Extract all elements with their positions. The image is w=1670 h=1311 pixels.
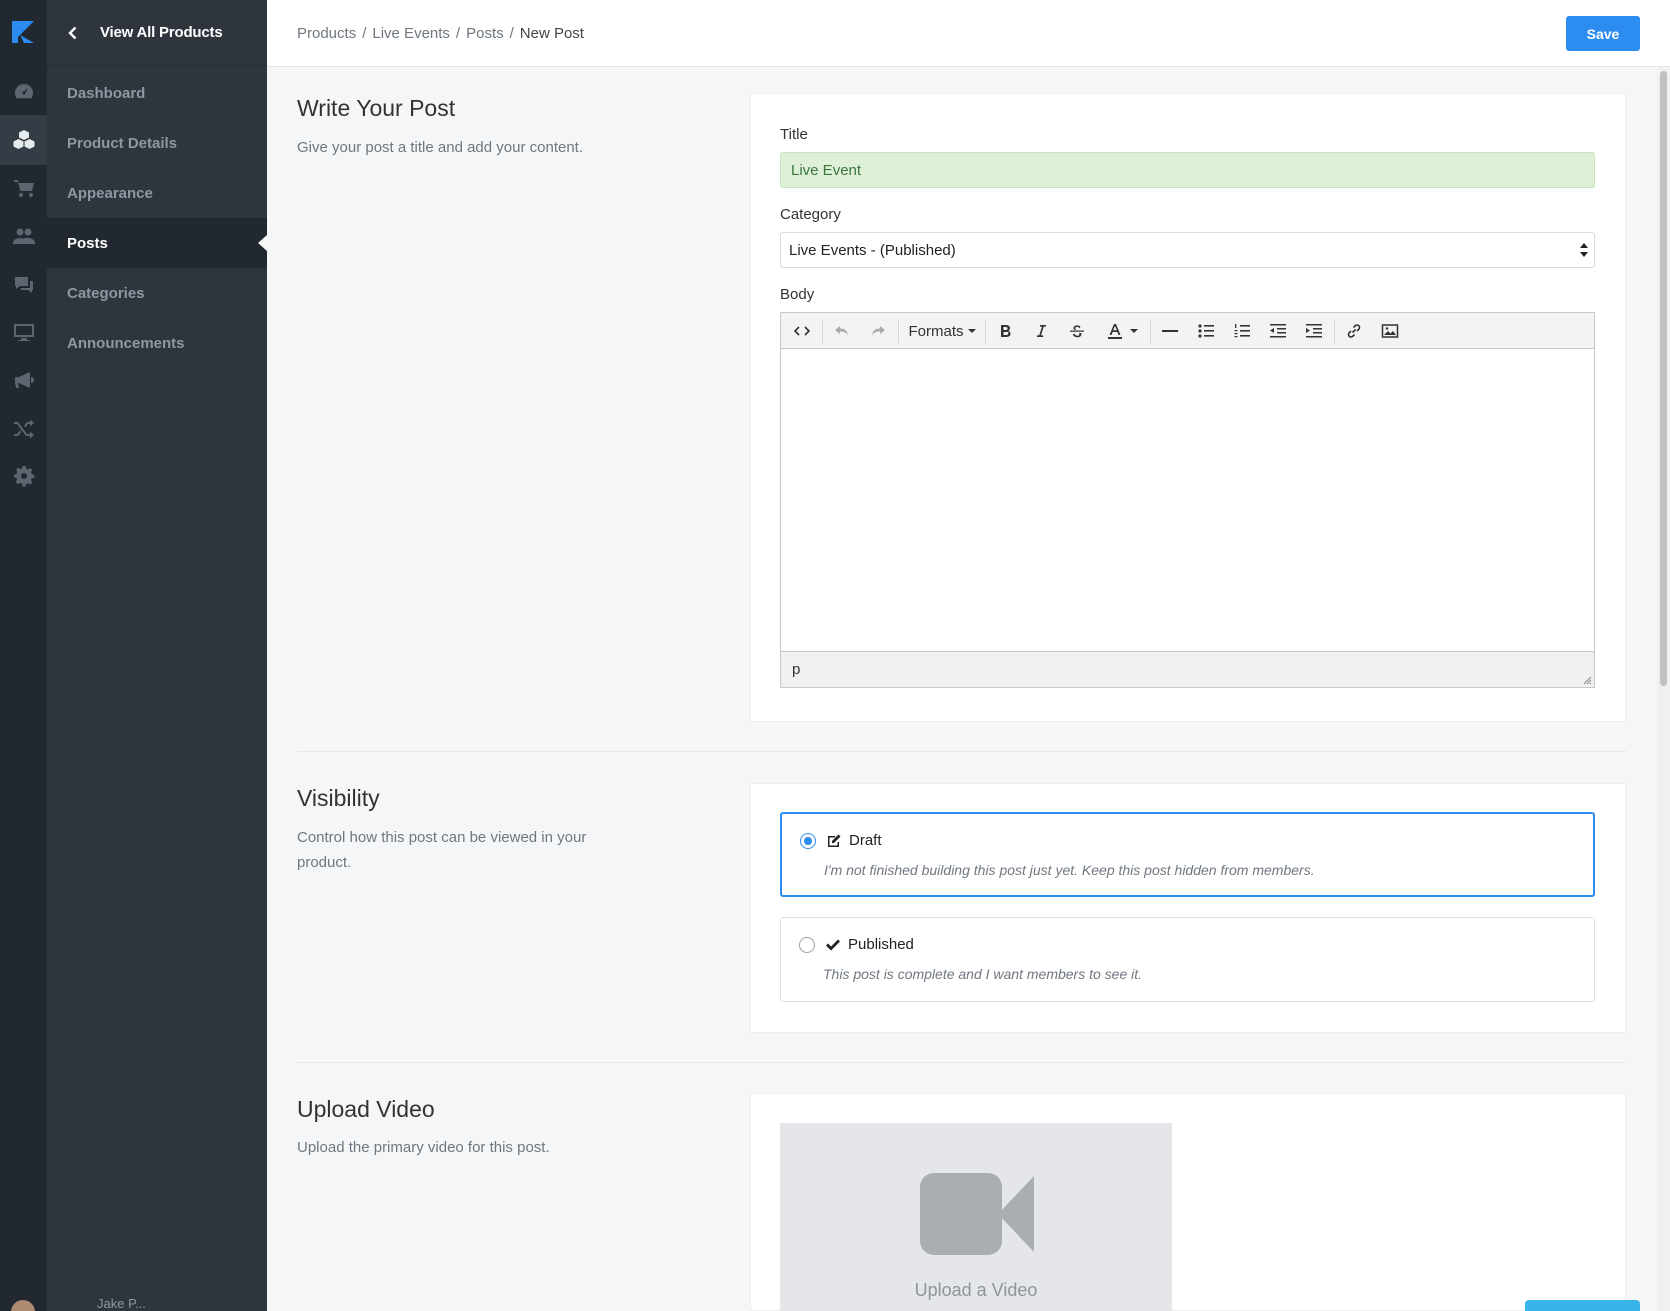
text-color-dropdown[interactable] bbox=[1098, 317, 1146, 345]
help-widget-tab[interactable] bbox=[1525, 1300, 1640, 1311]
breadcrumb-products[interactable]: Products bbox=[297, 25, 356, 42]
settings-icon[interactable] bbox=[0, 451, 47, 501]
sidebar-item-product-details[interactable]: Product Details bbox=[47, 118, 267, 168]
breadcrumb-live-events[interactable]: Live Events bbox=[372, 25, 450, 42]
section-divider bbox=[297, 1062, 1626, 1063]
video-section-description: Upload the primary video for this post. bbox=[297, 1139, 550, 1156]
italic-icon[interactable] bbox=[1026, 317, 1056, 345]
monitor-icon[interactable] bbox=[0, 307, 47, 357]
write-section-description: Give your post a title and add your cont… bbox=[297, 139, 584, 156]
scrollbar-thumb[interactable] bbox=[1660, 71, 1667, 686]
bullet-list-icon[interactable] bbox=[1191, 317, 1221, 345]
visibility-option-draft[interactable]: Draft I'm not finished building this pos… bbox=[780, 812, 1595, 897]
video-section-title: Upload Video bbox=[297, 1096, 435, 1122]
outdent-icon[interactable] bbox=[1263, 317, 1293, 345]
source-code-icon[interactable] bbox=[787, 317, 817, 345]
link-icon[interactable] bbox=[1339, 317, 1369, 345]
sidebar: View All Products Dashboard Product Deta… bbox=[47, 0, 267, 1311]
sidebar-item-announcements[interactable]: Announcements bbox=[47, 318, 267, 368]
user-avatar[interactable] bbox=[11, 1300, 35, 1311]
horizontal-rule-icon[interactable] bbox=[1155, 317, 1185, 345]
numbered-list-icon[interactable] bbox=[1227, 317, 1257, 345]
element-path[interactable]: p bbox=[792, 661, 800, 678]
top-bar: Products / Live Events / Posts / New Pos… bbox=[267, 0, 1670, 67]
megaphone-icon[interactable] bbox=[0, 355, 47, 405]
formats-label: Formats bbox=[908, 322, 964, 340]
section-divider bbox=[297, 751, 1626, 752]
breadcrumb-separator: / bbox=[509, 25, 514, 42]
indent-icon[interactable] bbox=[1299, 317, 1329, 345]
rich-text-editor: Formats p bbox=[780, 312, 1595, 688]
members-icon[interactable] bbox=[0, 211, 47, 261]
draft-label: Draft bbox=[849, 832, 882, 849]
save-button[interactable]: Save bbox=[1566, 16, 1640, 51]
text-color-icon bbox=[1108, 324, 1122, 339]
toolbar-separator bbox=[985, 319, 986, 343]
sidebar-item-posts[interactable]: Posts bbox=[47, 218, 267, 268]
cart-icon[interactable] bbox=[0, 163, 47, 213]
breadcrumb: Products / Live Events / Posts / New Pos… bbox=[297, 25, 584, 42]
toolbar-separator bbox=[1150, 319, 1151, 343]
breadcrumb-separator: / bbox=[455, 25, 461, 42]
view-all-products-link[interactable]: View All Products bbox=[47, 0, 267, 66]
formats-dropdown[interactable]: Formats bbox=[903, 317, 981, 345]
checkmark-icon bbox=[826, 939, 840, 951]
category-select[interactable]: Live Events - (Published) bbox=[780, 232, 1595, 268]
toolbar-separator bbox=[898, 319, 899, 343]
caret-down-icon bbox=[1130, 329, 1138, 333]
toolbar-separator bbox=[1334, 319, 1335, 343]
chevron-left-icon bbox=[68, 26, 77, 39]
kajabi-logo-icon[interactable] bbox=[12, 21, 34, 43]
sidebar-item-categories[interactable]: Categories bbox=[47, 268, 267, 318]
view-all-products-label: View All Products bbox=[100, 24, 223, 41]
breadcrumb-separator: / bbox=[362, 25, 367, 42]
published-label: Published bbox=[848, 936, 914, 953]
resize-handle-icon[interactable] bbox=[1583, 676, 1592, 685]
published-description: This post is complete and I want members… bbox=[823, 966, 1143, 982]
bold-icon[interactable] bbox=[990, 317, 1020, 345]
body-label: Body bbox=[780, 286, 815, 303]
breadcrumb-current: New Post bbox=[519, 25, 584, 42]
title-input[interactable]: Live Event bbox=[780, 152, 1595, 188]
published-radio[interactable] bbox=[799, 937, 815, 953]
edit-icon bbox=[828, 834, 841, 847]
dashboard-icon[interactable] bbox=[0, 67, 47, 117]
image-icon[interactable] bbox=[1375, 317, 1405, 345]
user-name[interactable]: Jake P... bbox=[47, 1296, 146, 1311]
select-arrows-icon bbox=[1580, 243, 1588, 257]
visibility-option-published[interactable]: Published This post is complete and I wa… bbox=[780, 917, 1595, 1002]
toolbar-separator bbox=[822, 319, 823, 343]
write-section-title: Write Your Post bbox=[297, 95, 456, 121]
undo-icon[interactable] bbox=[827, 317, 857, 345]
chat-icon[interactable] bbox=[0, 259, 47, 309]
video-upload-area[interactable]: Upload a Video bbox=[780, 1123, 1172, 1311]
visibility-section-title: Visibility bbox=[297, 785, 380, 811]
category-select-value: Live Events - (Published) bbox=[789, 241, 956, 259]
visibility-section-description: Control how this post can be viewed in y… bbox=[297, 829, 587, 871]
video-camera-icon bbox=[920, 1173, 1034, 1255]
title-label: Title bbox=[780, 126, 808, 143]
editor-statusbar: p bbox=[781, 651, 1594, 687]
sidebar-item-appearance[interactable]: Appearance bbox=[47, 168, 267, 218]
breadcrumb-posts[interactable]: Posts bbox=[466, 25, 504, 42]
icon-rail bbox=[0, 0, 47, 1311]
sidebar-item-dashboard[interactable]: Dashboard bbox=[47, 68, 267, 118]
category-label: Category bbox=[780, 206, 841, 223]
shuffle-icon[interactable] bbox=[0, 403, 47, 453]
products-icon[interactable] bbox=[0, 115, 47, 165]
upload-video-label: Upload a Video bbox=[914, 1280, 1038, 1300]
editor-toolbar: Formats bbox=[781, 313, 1594, 349]
page-scrollbar[interactable] bbox=[1657, 68, 1670, 1311]
caret-down-icon bbox=[967, 329, 976, 333]
draft-description: I'm not finished building this post just… bbox=[824, 862, 1315, 878]
redo-icon[interactable] bbox=[863, 317, 893, 345]
strikethrough-icon[interactable] bbox=[1062, 317, 1092, 345]
draft-radio[interactable] bbox=[800, 833, 816, 849]
